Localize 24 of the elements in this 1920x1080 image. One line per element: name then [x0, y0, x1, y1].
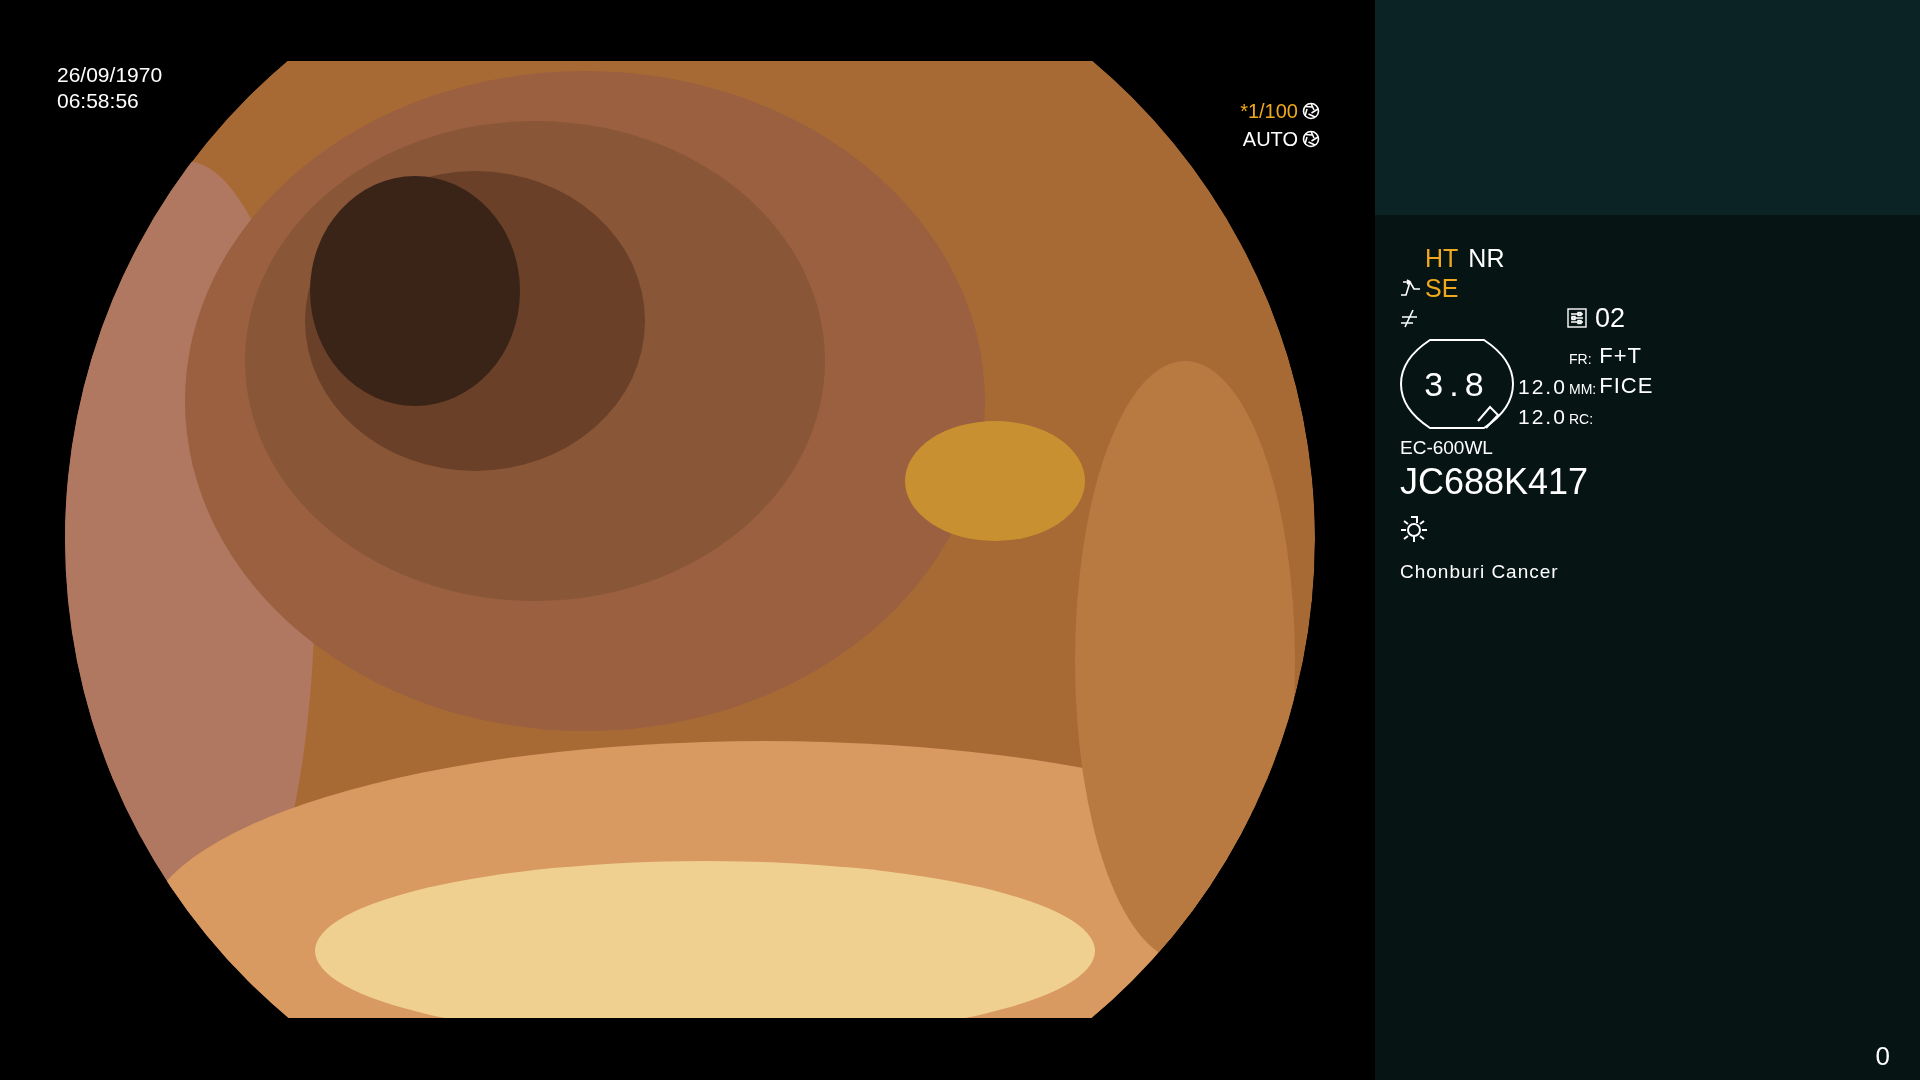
preset-number: 02 [1595, 302, 1626, 334]
aperture-icon [1302, 130, 1320, 148]
counter: 0 [1875, 1041, 1890, 1072]
zoom-gauge: 3.8 [1400, 339, 1514, 429]
aperture-icon [1302, 102, 1320, 120]
serial-number: JC688K417 [1400, 461, 1589, 503]
scale-value: 12.0 [1518, 375, 1568, 399]
setting-key: RC: [1568, 411, 1600, 429]
capture-time: 06:58:56 [57, 88, 139, 114]
setting-key: MM: [1568, 381, 1600, 399]
iris-mode: AUTO [1242, 128, 1298, 150]
setting-value: F+T [1599, 343, 1643, 369]
lamp-icon [1400, 515, 1428, 543]
scale-value: 12.0 [1518, 405, 1568, 429]
setting-key: FR: [1568, 351, 1600, 369]
site-name: Chonburi Cancer [1400, 561, 1559, 583]
mode-label: HT [1425, 243, 1459, 273]
capture-date: 26/09/1970 [57, 62, 163, 88]
enhance-label: SE [1425, 273, 1459, 303]
setting-value: FICE [1599, 373, 1654, 399]
sliders-icon [1567, 308, 1587, 328]
shutter-speed: *1/100 [1240, 100, 1298, 122]
mode-label: NR [1468, 243, 1505, 273]
scope-model: EC-600WL [1400, 437, 1493, 459]
